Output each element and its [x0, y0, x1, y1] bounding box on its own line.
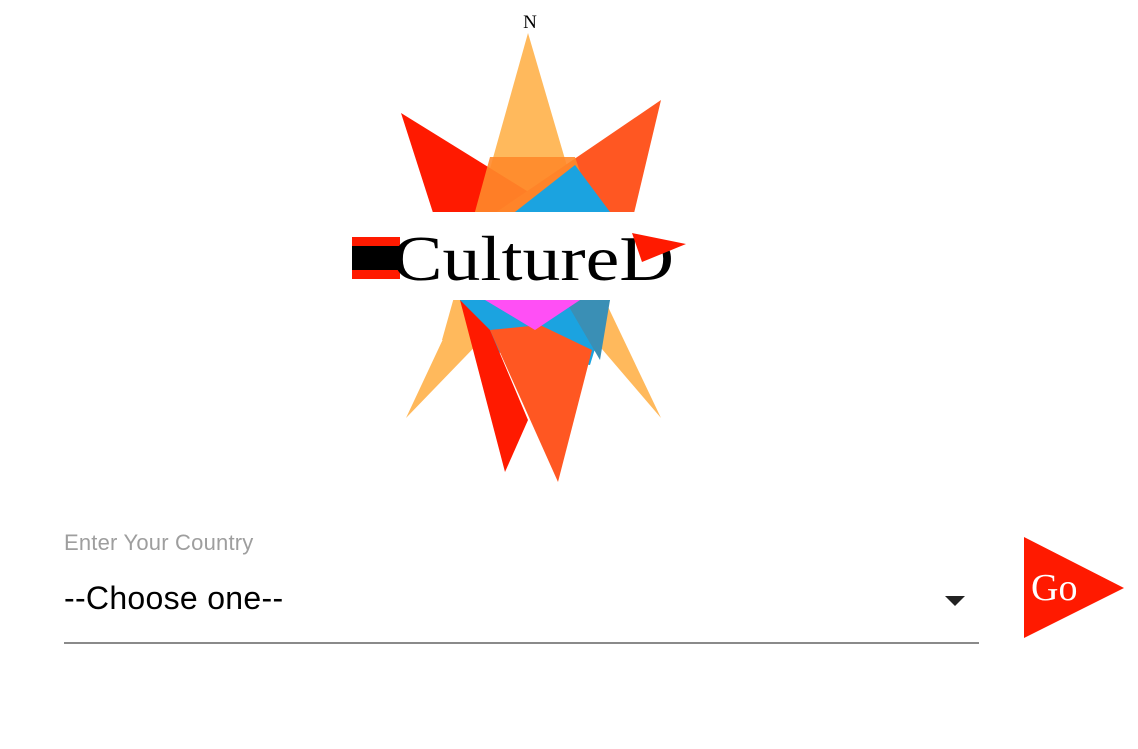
country-field-label: Enter Your Country	[64, 530, 254, 555]
go-button[interactable]: Go	[1022, 537, 1126, 639]
landing-page: N CultureD Enter Your Country --Choose o…	[0, 0, 1138, 749]
country-field: Enter Your Country --Choose one--	[64, 528, 979, 646]
country-select-value: --Choose one--	[64, 580, 284, 616]
caret-down-icon	[945, 596, 965, 606]
culture-d-logo: N CultureD	[352, 12, 718, 482]
wordmark-text: CultureD	[392, 223, 674, 294]
go-button-label: Go	[1031, 567, 1078, 609]
compass-north-letter: N	[523, 12, 537, 33]
country-select[interactable]: --Choose one--	[64, 574, 979, 644]
